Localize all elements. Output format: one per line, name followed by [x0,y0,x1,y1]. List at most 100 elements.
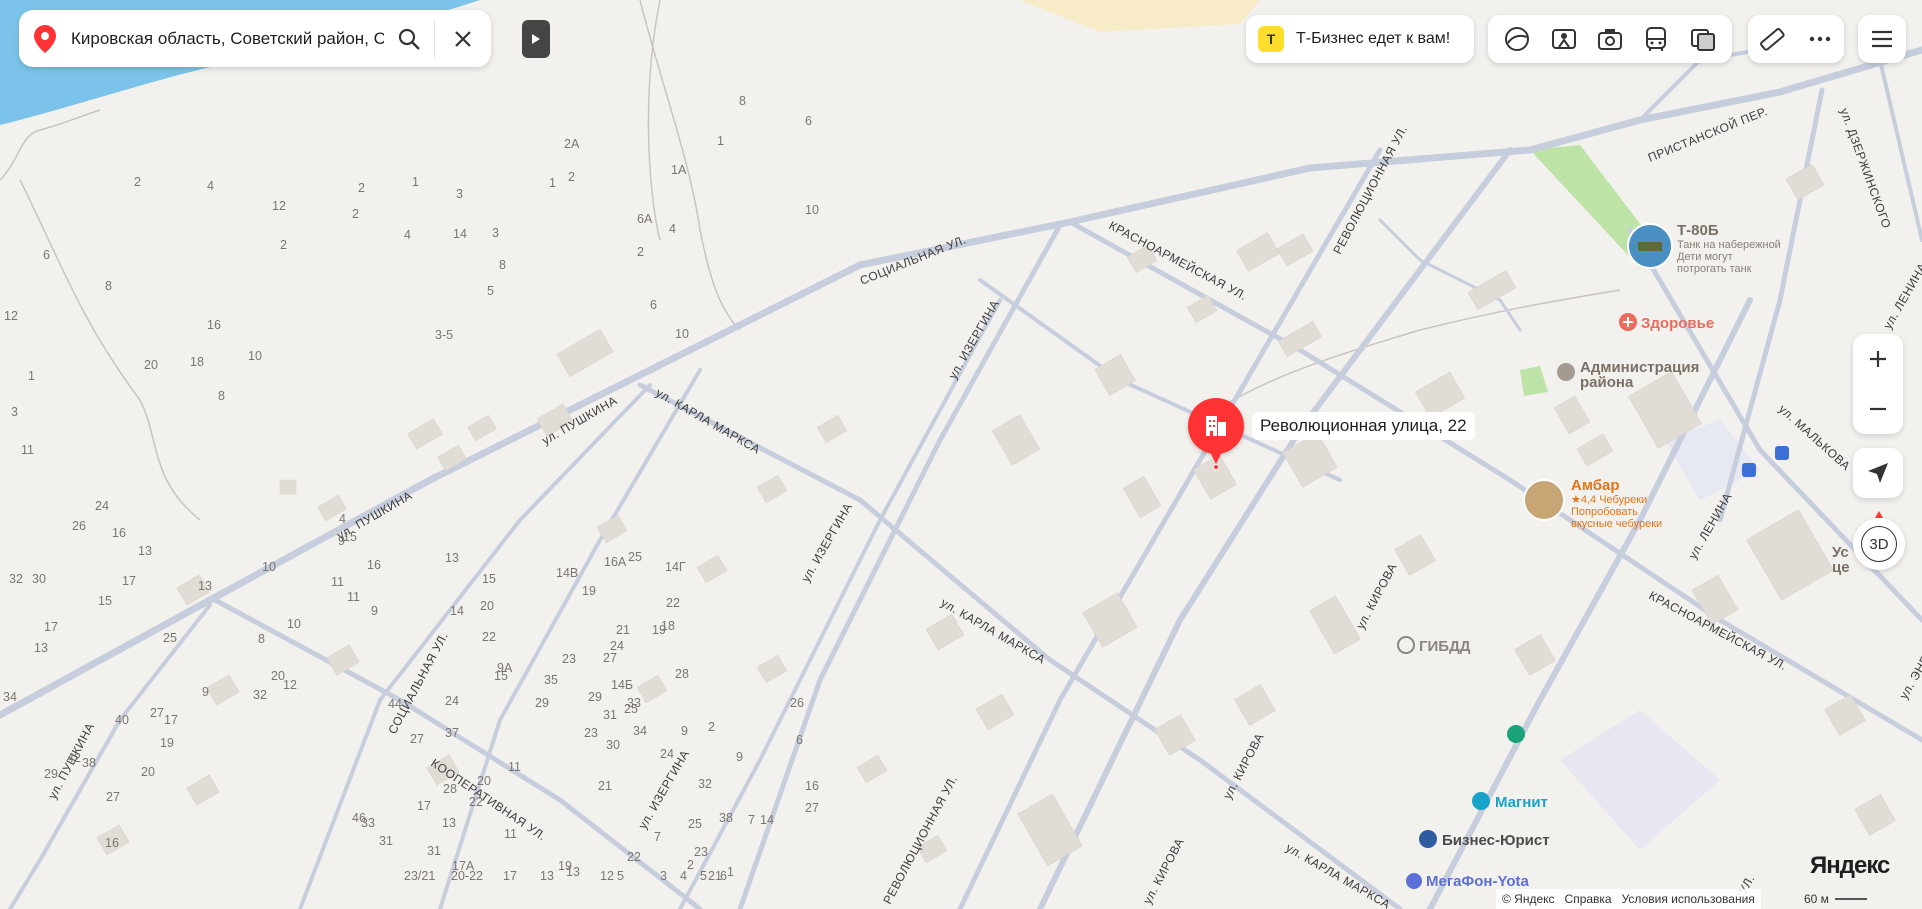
house-number: 25 [624,702,638,716]
house-number: 27 [410,732,424,746]
admin-icon [1557,363,1575,381]
poi-partial[interactable]: Ус це [1832,544,1850,576]
layers-icon [1505,27,1530,51]
promo-banner[interactable]: Т Т-Бизнес едет к вам! [1246,15,1474,63]
camera-button[interactable] [1592,21,1628,57]
house-number: 4 [207,179,214,193]
house-number: 6 [650,298,657,312]
house-number: 16 [207,318,221,332]
search-box: Кировская область, Советский район, Сове… [19,10,491,67]
search-input[interactable]: Кировская область, Советский район, Сове… [71,29,384,49]
house-number: 30 [606,738,620,752]
compass-north-icon [1875,511,1883,518]
house-number: 14 [453,227,467,241]
house-number: 31 [379,834,393,848]
copyright-link[interactable]: © Яндекс [1502,892,1555,906]
layers-toolbar [1488,15,1732,63]
3d-button[interactable]: 3D [1853,511,1905,570]
house-number: 9 [371,604,378,618]
poi-label: Амбар [1571,477,1620,494]
house-number: 14 [760,813,774,827]
house-number: 11 [21,443,34,457]
building-icon [1206,416,1226,436]
house-number: 13 [540,869,554,883]
house-number: 2 [708,720,715,734]
ruler-button[interactable] [1754,21,1790,57]
house-number: 6 [805,114,812,128]
house-number: 22 [482,630,496,644]
house-number: 20 [144,358,158,372]
house-number: 19 [558,859,572,873]
house-number: 26 [790,696,804,710]
zoom-in-button[interactable] [1853,334,1903,384]
house-number: 8 [218,389,225,403]
house-number: 14Г [665,560,686,574]
house-number: 17 [122,574,136,588]
house-number: 37 [445,726,459,740]
house-number: 1 [549,176,556,190]
house-number: 6 [43,248,50,262]
clear-search-button[interactable] [435,19,491,59]
house-number: 42 [67,751,81,765]
scale-bar: 60 м [1804,889,1867,909]
poi-label: района [1580,374,1634,391]
house-number: 34 [633,724,647,738]
house-number: 12 [272,199,286,213]
poi-label: Магнит [1495,794,1548,811]
panorama-button[interactable] [1546,21,1582,57]
house-number: 10 [287,617,301,631]
house-number: 13 [34,641,48,655]
expand-panel-button[interactable] [522,20,550,58]
search-icon [398,28,420,50]
house-number: 28 [675,667,689,681]
house-number: 10 [805,203,819,217]
house-number: 16 [805,779,819,793]
poi-sub: ★4,4 Чебуреки [1571,494,1647,506]
tools-toolbar [1748,15,1844,63]
transit-button[interactable] [1638,21,1674,57]
panorama-icon [1551,29,1576,49]
house-number: 2А [564,137,580,151]
ruler-icon [1760,28,1785,51]
house-number: 15 [482,572,496,586]
house-number: 20 [477,774,491,788]
layers-button[interactable] [1499,21,1535,57]
poi-label: Бизнес-Юрист [1442,832,1550,849]
house-number: 33 [361,816,375,830]
house-number: 17 [503,869,517,883]
house-number: 10 [262,560,276,574]
search-button[interactable] [384,19,434,59]
house-number: 10 [675,327,689,341]
poi-health[interactable]: Здоровье [1619,313,1714,332]
house-number: 13 [442,816,456,830]
poi-label: це [1832,559,1850,576]
house-number: 1 [412,175,419,189]
house-number: 24 [660,747,674,761]
help-link[interactable]: Справка [1565,892,1612,906]
menu-button[interactable] [1858,15,1906,63]
house-number: 5 [617,869,624,883]
house-number: 10 [248,349,262,363]
more-button[interactable] [1802,21,1838,57]
camera-icon [1597,29,1622,50]
house-number: 22 [469,795,483,809]
house-number: 28 [443,782,457,796]
house-number: 44 [388,697,402,711]
house-number: 9 [202,685,209,699]
house-number: 22 [627,850,641,864]
house-number: 15 [494,669,508,683]
terms-link[interactable]: Условия использования [1622,892,1755,906]
house-number: 3 [660,869,667,883]
map-canvas[interactable]: ул. ПУШКИНА ул. ПУШКИНА ул. ПУШКИНА СОЦИ… [0,0,1922,909]
house-number: 19 [160,736,174,750]
house-number: 18 [190,355,204,369]
phone-shop-icon [1406,873,1422,889]
house-number: 6 [796,733,803,747]
my-location-button[interactable] [1853,448,1903,498]
map-type-button[interactable] [1685,21,1721,57]
house-number: 34 [3,690,17,704]
zoom-out-button[interactable] [1853,384,1903,434]
house-number: 23 [584,726,598,740]
poi-magnit[interactable]: Магнит [1472,792,1548,811]
selected-place-marker[interactable]: Революционная улица, 22 [1188,398,1475,464]
